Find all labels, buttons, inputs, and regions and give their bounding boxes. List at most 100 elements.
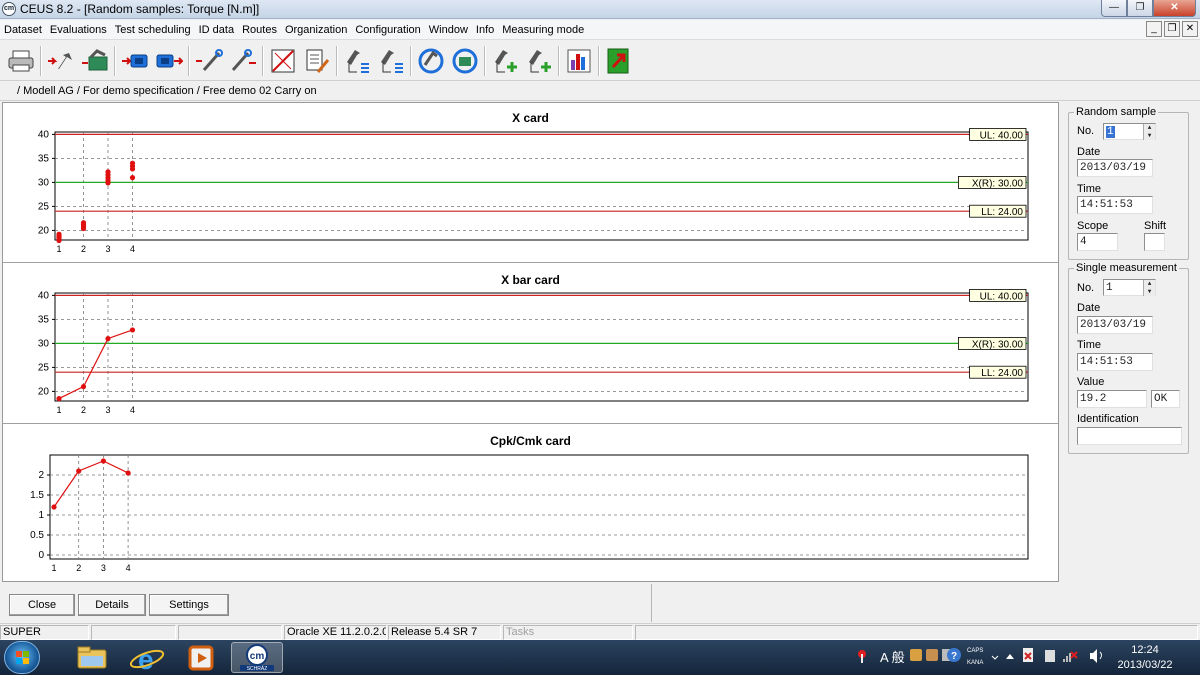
rs-scope-field[interactable]: 4 [1077, 233, 1118, 251]
menu-evaluations[interactable]: Evaluations [46, 24, 111, 36]
app-window: cm CEUS 8.2 - [Random samples: Torque [N… [0, 0, 1200, 675]
plot-frame [54, 131, 1029, 241]
y-tick-label: 35 [38, 314, 50, 325]
sm-time-label: Time [1077, 339, 1102, 351]
recycle-folder-icon[interactable] [450, 46, 480, 76]
mdi-restore-button[interactable]: ❐ [1164, 21, 1180, 37]
explorer-icon[interactable] [66, 642, 118, 673]
rs-shift-field[interactable] [1144, 233, 1165, 251]
printer-icon[interactable] [6, 46, 36, 76]
spin-arrows-icon[interactable]: ▲ ▼ [1143, 124, 1155, 140]
spin-arrows-icon[interactable]: ▲ ▼ [1143, 280, 1155, 296]
close-button[interactable]: Close [9, 594, 75, 616]
hammer-list-icon[interactable] [342, 46, 372, 76]
flag-alert-icon[interactable] [858, 650, 866, 663]
tool-arrow-out-icon[interactable] [228, 46, 258, 76]
reference-label: LL: 24.00 [981, 207, 1023, 218]
rs-date-field[interactable]: 2013/03/19 [1077, 159, 1153, 177]
x-tick-label: 3 [105, 244, 110, 254]
minimize-button[interactable]: — [1101, 0, 1127, 17]
mdi-minimize-button[interactable]: _ [1146, 21, 1162, 37]
data-point [125, 470, 131, 476]
y-tick-label: 1 [38, 510, 44, 521]
data-point [129, 327, 136, 333]
sm-identification-field[interactable] [1077, 427, 1182, 445]
arrow-blue-box-in-icon[interactable] [120, 46, 150, 76]
help-icon[interactable]: ? [947, 648, 961, 662]
kana-indicator: KANA [967, 660, 983, 666]
hammer-add-b-icon[interactable] [524, 46, 554, 76]
y-tick-label: 30 [38, 177, 50, 188]
close-window-button[interactable]: ✕ [1153, 0, 1196, 17]
arrow-tool-in-icon[interactable] [194, 46, 224, 76]
cpk-card-panel: Cpk/Cmk card 2 1.5 1 0.5 0 1 2 3 4 [3, 425, 1058, 581]
menu-dataset[interactable]: Dataset [0, 24, 46, 36]
recycle-hammer-icon[interactable] [416, 46, 446, 76]
data-point [100, 458, 106, 464]
chart-frame-icon[interactable] [268, 46, 298, 76]
ime-dictionary-icon[interactable] [926, 649, 938, 661]
internet-explorer-icon[interactable]: e [121, 642, 173, 675]
ime-indicator[interactable]: A 般 [880, 650, 905, 665]
rs-no-label: No. [1077, 125, 1095, 137]
menu-organization[interactable]: Organization [281, 24, 351, 36]
x-tick-label: 2 [81, 244, 86, 254]
document-pen-icon[interactable] [302, 46, 332, 76]
sm-date-label: Date [1077, 302, 1101, 314]
menu-info[interactable]: Info [472, 24, 498, 36]
x-tick-label: 2 [81, 405, 86, 415]
y-tick-label: 30 [38, 338, 50, 349]
sm-identification-label: Identification [1077, 413, 1139, 425]
menu-configuration[interactable]: Configuration [351, 24, 424, 36]
plot-frame [54, 292, 1029, 402]
ceus-app-label: SCHRÄZ [247, 665, 268, 672]
volume-icon[interactable] [1090, 649, 1102, 663]
show-hidden-icons-icon[interactable] [1006, 654, 1014, 659]
status-tasks[interactable]: Tasks [503, 625, 633, 640]
media-player-icon[interactable] [176, 642, 228, 673]
sm-no-stepper[interactable]: 1 ▲ ▼ [1103, 279, 1156, 296]
menu-routes[interactable]: Routes [238, 24, 281, 36]
rs-scope-label: Scope [1077, 220, 1109, 232]
start-button[interactable] [4, 641, 40, 674]
language-bar-options-icon[interactable] [991, 655, 999, 660]
sm-date-field[interactable]: 2013/03/19 [1077, 316, 1153, 334]
network-disconnected-icon[interactable] [1063, 651, 1078, 662]
x-tick-label: 1 [51, 563, 56, 573]
menu-measuring-mode[interactable]: Measuring mode [498, 24, 588, 36]
hammer-list-b-icon[interactable] [376, 46, 406, 76]
sm-no-label: No. [1077, 282, 1095, 294]
reference-label: LL: 24.00 [981, 368, 1023, 379]
data-point [105, 336, 111, 342]
ime-tool-icon[interactable] [910, 649, 922, 661]
sm-value-field[interactable]: 19.2 [1077, 390, 1147, 408]
arrow-right-folder-icon[interactable] [80, 46, 110, 76]
menu-window[interactable]: Window [425, 24, 472, 36]
menu-bar: Dataset Evaluations Test scheduling ID d… [0, 20, 1200, 40]
sm-value-label: Value [1077, 376, 1105, 388]
menu-test-scheduling[interactable]: Test scheduling [111, 24, 195, 36]
arrow-left-hammer-icon[interactable] [46, 46, 76, 76]
taskbar-clock[interactable]: 12:24 2013/03/22 [1105, 643, 1185, 673]
taskbar: e cm SCHRÄZ A 般 ? CAPS KANA 12:24 2013/03 [0, 640, 1200, 675]
blue-box-arrow-out-icon[interactable] [154, 46, 184, 76]
y-tick-label: 20 [38, 225, 50, 236]
action-center-icon[interactable] [1023, 648, 1033, 662]
bar-chart-icon[interactable] [564, 46, 594, 76]
details-button[interactable]: Details [78, 594, 146, 616]
menu-id-data[interactable]: ID data [195, 24, 238, 36]
hammer-add-icon[interactable] [490, 46, 520, 76]
maximize-button[interactable]: ❐ [1127, 0, 1153, 17]
sm-time-field[interactable]: 14:51:53 [1077, 353, 1153, 371]
data-point [129, 175, 136, 181]
y-tick-label: 40 [38, 290, 50, 301]
power-icon[interactable] [1045, 650, 1055, 662]
button-bar: Close Details Settings [0, 584, 652, 622]
ceus-app-icon[interactable]: cm SCHRÄZ [231, 642, 283, 673]
settings-button[interactable]: Settings [149, 594, 229, 616]
mdi-close-button[interactable]: ✕ [1182, 21, 1198, 37]
rs-time-field[interactable]: 14:51:53 [1077, 196, 1153, 214]
caps-indicator: CAPS [967, 648, 983, 654]
rs-no-stepper[interactable]: 1 ▲ ▼ [1103, 123, 1156, 140]
exit-arrow-icon[interactable] [604, 46, 634, 76]
